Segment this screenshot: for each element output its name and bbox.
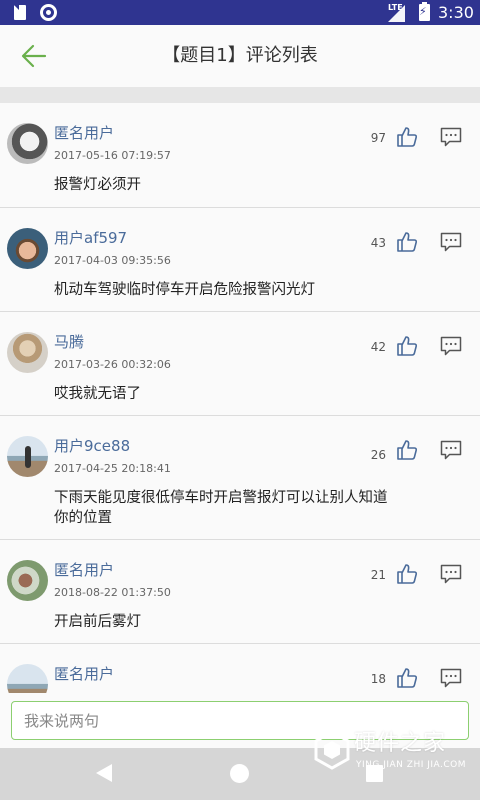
watermark: 硬件之家 YING JIAN ZHI JIA.COM: [312, 728, 480, 778]
comment-icon[interactable]: [440, 439, 462, 461]
comment-icon[interactable]: [440, 231, 462, 253]
thumbs-up-icon[interactable]: [396, 439, 418, 461]
comment-username[interactable]: 用户9ce88: [54, 436, 130, 456]
comment-text: 下雨天能见度很低停车时开启警报灯可以让别人知道你的位置: [54, 490, 388, 526]
thumbs-up-icon[interactable]: [396, 126, 418, 148]
comment-text: 开启前后雾灯: [54, 614, 141, 630]
comment-time: 2017-05-16 07:19:57: [54, 149, 171, 162]
watermark-logo-icon: [314, 730, 350, 770]
nav-back-icon[interactable]: [96, 764, 112, 782]
like-count: 42: [370, 340, 386, 354]
comment-icon[interactable]: [440, 126, 462, 148]
avatar[interactable]: [7, 332, 48, 373]
like-count: 43: [370, 236, 386, 250]
nav-home-icon[interactable]: [230, 764, 249, 783]
comment-item[interactable]: 马腾 2017-03-26 00:32:06 哎我就无语了 42: [0, 312, 480, 416]
sync-icon: [40, 4, 57, 21]
watermark-title: 硬件之家: [354, 731, 447, 756]
thumbs-up-icon[interactable]: [396, 563, 418, 585]
comment-username[interactable]: 马腾: [54, 332, 84, 352]
comment-username[interactable]: 匿名用户: [54, 664, 114, 684]
thumbs-up-icon[interactable]: [396, 231, 418, 253]
sd-card-icon: [14, 5, 26, 20]
avatar[interactable]: [7, 228, 48, 269]
comment-username[interactable]: 匿名用户: [54, 560, 114, 580]
watermark-subtitle: YING JIAN ZHI JIA.COM: [356, 760, 467, 770]
comment-text: 报警灯必须开: [54, 177, 141, 193]
comment-item[interactable]: 用户9ce88 2017-04-25 20:18:41 下雨天能见度很低停车时开…: [0, 416, 480, 540]
comment-username[interactable]: 用户af597: [54, 228, 127, 248]
comment-icon[interactable]: [440, 335, 462, 357]
status-time: 3:30: [438, 3, 474, 22]
like-count: 18: [370, 672, 386, 686]
network-type: LTE: [388, 3, 403, 12]
status-bar: LTE 3:30: [0, 0, 480, 25]
comment-list[interactable]: 匿名用户 2017-05-16 07:19:57 报警灯必须开 97 用户af5…: [0, 103, 480, 693]
comment-time: 2017-04-25 20:18:41: [54, 462, 171, 475]
avatar[interactable]: [7, 664, 48, 693]
comment-time: 2017-04-03 09:35:56: [54, 254, 171, 267]
comment-icon[interactable]: [440, 563, 462, 585]
thumbs-up-icon[interactable]: [396, 335, 418, 357]
page-title: 【题目1】评论列表: [162, 45, 318, 66]
comment-item[interactable]: 匿名用户 2017-05-16 07:19:57 报警灯必须开 97: [0, 103, 480, 208]
thumbs-up-icon[interactable]: [396, 667, 418, 689]
app-bar: 【题目1】评论列表: [0, 25, 480, 87]
comment-username[interactable]: 匿名用户: [54, 123, 114, 143]
comment-text: 机动车驾驶临时停车开启危险报警闪光灯: [54, 282, 315, 298]
like-count: 21: [370, 568, 386, 582]
like-count: 26: [370, 448, 386, 462]
comment-item[interactable]: 用户af597 2017-04-03 09:35:56 机动车驾驶临时停车开启危…: [0, 208, 480, 312]
comment-time: 2018-08-22 01:37:50: [54, 586, 171, 599]
avatar[interactable]: [7, 123, 48, 164]
like-count: 97: [370, 131, 386, 145]
section-divider: [0, 87, 480, 103]
comment-time: 2017-03-26 00:32:06: [54, 358, 171, 371]
avatar[interactable]: [7, 436, 48, 477]
comment-icon[interactable]: [440, 667, 462, 689]
comment-text: 哎我就无语了: [54, 386, 141, 402]
comment-item[interactable]: 匿名用户 18: [0, 644, 480, 693]
battery-charging-icon: [419, 2, 430, 21]
avatar[interactable]: [7, 560, 48, 601]
comment-item[interactable]: 匿名用户 2018-08-22 01:37:50 开启前后雾灯 21: [0, 540, 480, 644]
